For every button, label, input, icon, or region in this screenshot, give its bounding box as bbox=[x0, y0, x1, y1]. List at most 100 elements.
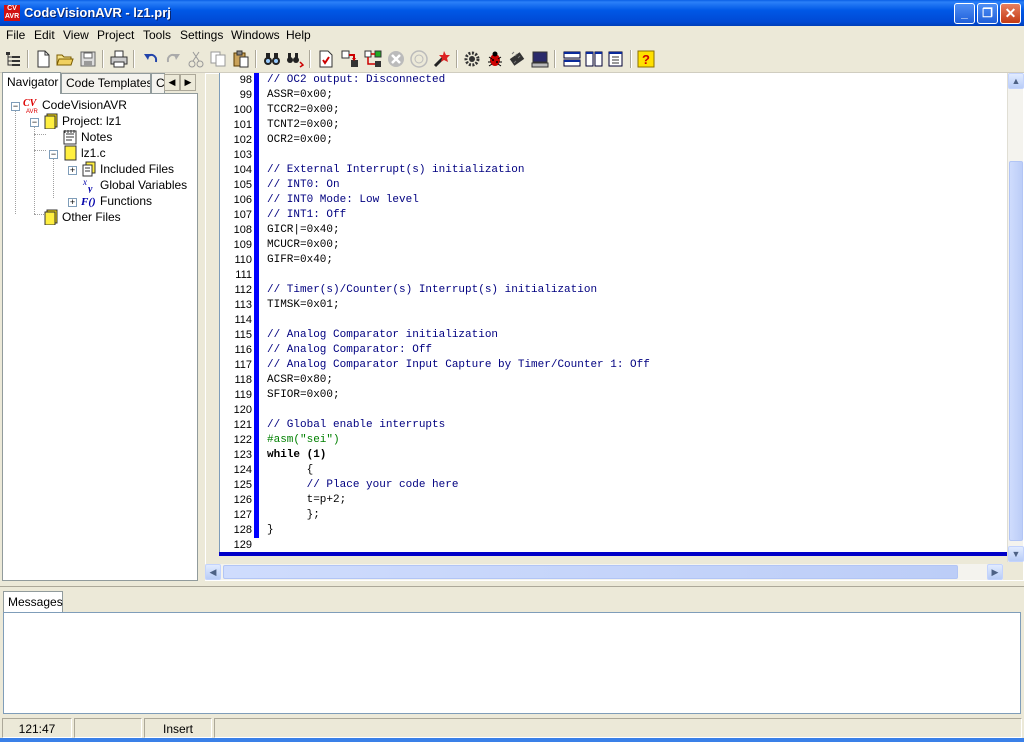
code-line[interactable]: OCR2=0x00; bbox=[267, 133, 333, 148]
project-collapse-toggle[interactable]: − bbox=[30, 118, 39, 127]
print-icon[interactable] bbox=[109, 49, 129, 69]
tile-horizontal-icon[interactable] bbox=[562, 49, 582, 69]
menu-edit[interactable]: Edit bbox=[34, 28, 55, 42]
file-collapse-toggle[interactable]: − bbox=[49, 150, 58, 159]
undo-icon[interactable] bbox=[141, 49, 161, 69]
help-icon[interactable]: ? bbox=[636, 49, 656, 69]
terminal-icon[interactable] bbox=[530, 49, 550, 69]
included-files-expand-toggle[interactable]: + bbox=[68, 166, 77, 175]
new-file-icon[interactable] bbox=[33, 49, 53, 69]
tab-code-templates[interactable]: Code Templates bbox=[61, 73, 151, 93]
tree-item-project[interactable]: Project: lz1 bbox=[43, 113, 121, 130]
menu-settings[interactable]: Settings bbox=[180, 28, 223, 42]
tree-item-other-files[interactable]: Other Files bbox=[43, 209, 121, 226]
code-line[interactable]: TCCR2=0x00; bbox=[267, 103, 340, 118]
chip-programmer-icon[interactable] bbox=[507, 49, 527, 69]
code-line[interactable]: ACSR=0x80; bbox=[267, 373, 333, 388]
code-line[interactable]: // External Interrupt(s) initialization bbox=[267, 163, 524, 178]
maximize-button[interactable]: ❐ bbox=[977, 3, 998, 24]
stop-icon[interactable] bbox=[386, 49, 406, 69]
code-line[interactable]: // Analog Comparator Input Capture by Ti… bbox=[267, 358, 650, 373]
cut-icon[interactable] bbox=[186, 49, 206, 69]
redo-icon[interactable] bbox=[163, 49, 183, 69]
code-line[interactable]: // OC2 output: Disconnected bbox=[267, 73, 445, 88]
replace-icon[interactable] bbox=[285, 49, 305, 69]
code-line[interactable]: GIFR=0x40; bbox=[267, 253, 333, 268]
code-line[interactable]: ASSR=0x00; bbox=[267, 88, 333, 103]
tab-messages[interactable]: Messages bbox=[3, 591, 63, 613]
code-line[interactable]: GICR|=0x40; bbox=[267, 223, 340, 238]
make-icon[interactable] bbox=[363, 49, 383, 69]
code-line[interactable]: }; bbox=[267, 508, 320, 523]
tree-view-icon[interactable] bbox=[3, 49, 23, 69]
tab-scroll-right-button[interactable]: ▶ bbox=[180, 74, 196, 91]
scroll-right-button[interactable]: ▶ bbox=[987, 564, 1003, 580]
menu-windows[interactable]: Windows bbox=[231, 28, 280, 42]
tree-item-root[interactable]: CV AVR CodeVisionAVR bbox=[23, 97, 127, 115]
code-line[interactable]: // INT0: On bbox=[267, 178, 340, 193]
code-line[interactable]: // Global enable interrupts bbox=[267, 418, 445, 433]
root-collapse-toggle[interactable]: − bbox=[11, 102, 20, 111]
tab-scroll-left-button[interactable]: ◀ bbox=[164, 74, 180, 91]
menu-help[interactable]: Help bbox=[286, 28, 311, 42]
toolbar: ? bbox=[0, 45, 1024, 73]
save-icon[interactable] bbox=[78, 49, 98, 69]
cascade-icon[interactable] bbox=[606, 49, 626, 69]
code-line[interactable]: t=p+2; bbox=[267, 493, 347, 508]
minimize-button[interactable]: _ bbox=[954, 3, 975, 24]
code-line[interactable]: #asm("sei") bbox=[267, 433, 340, 448]
code-line[interactable]: // INT1: Off bbox=[267, 208, 346, 223]
menu-file[interactable]: File bbox=[6, 28, 25, 42]
code-line[interactable]: { bbox=[267, 463, 314, 478]
scroll-left-button[interactable]: ◀ bbox=[205, 564, 221, 580]
menu-tools[interactable]: Tools bbox=[143, 28, 171, 42]
code-line[interactable]: // Place your code here bbox=[267, 478, 459, 493]
paste-icon[interactable] bbox=[231, 49, 251, 69]
compile-icon[interactable] bbox=[340, 49, 360, 69]
code-line[interactable]: while (1) bbox=[267, 448, 326, 463]
code-line[interactable]: // Analog Comparator initialization bbox=[267, 328, 498, 343]
code-line[interactable]: } bbox=[267, 523, 274, 538]
messages-panel[interactable] bbox=[3, 612, 1021, 714]
code-line[interactable]: // Timer(s)/Counter(s) Interrupt(s) init… bbox=[267, 283, 597, 298]
svg-text:AVR: AVR bbox=[26, 109, 39, 113]
functions-expand-toggle[interactable]: + bbox=[68, 198, 77, 207]
svg-text:y: y bbox=[87, 184, 93, 193]
copy-icon[interactable] bbox=[208, 49, 228, 69]
close-button[interactable]: ✕ bbox=[1000, 3, 1021, 24]
program-chip-icon[interactable] bbox=[409, 49, 429, 69]
code-line[interactable]: TIMSK=0x01; bbox=[267, 298, 340, 313]
tile-vertical-icon[interactable] bbox=[584, 49, 604, 69]
tree-item-global-variables[interactable]: xy Global Variables bbox=[81, 177, 187, 195]
tree-label-file: lz1.c bbox=[81, 146, 106, 160]
vertical-scrollbar[interactable]: ▲ ▼ bbox=[1007, 73, 1024, 562]
wizard-icon[interactable] bbox=[432, 49, 452, 69]
find-icon[interactable] bbox=[262, 49, 282, 69]
debugger-bug-icon[interactable] bbox=[485, 49, 505, 69]
settings-gear-icon[interactable] bbox=[462, 49, 482, 69]
menu-view[interactable]: View bbox=[63, 28, 89, 42]
code-line[interactable]: SFIOR=0x00; bbox=[267, 388, 340, 403]
horizontal-scroll-thumb[interactable] bbox=[223, 565, 958, 579]
check-syntax-icon[interactable] bbox=[316, 49, 336, 69]
tab-clipboard[interactable]: C bbox=[151, 73, 165, 93]
open-folder-icon[interactable] bbox=[55, 49, 75, 69]
tree-label-functions: Functions bbox=[100, 194, 153, 208]
line-number: 104 bbox=[233, 164, 252, 176]
vertical-scroll-thumb[interactable] bbox=[1009, 161, 1023, 541]
tree-item-file[interactable]: lz1.c bbox=[62, 145, 106, 161]
tab-navigator[interactable]: Navigator bbox=[2, 72, 61, 94]
tree-item-notes[interactable]: Notes bbox=[62, 129, 112, 145]
editor-margin-bar bbox=[254, 73, 259, 538]
taskbar-strip bbox=[0, 738, 1024, 742]
horizontal-scrollbar[interactable]: ◀ ▶ bbox=[205, 564, 1003, 580]
scroll-up-button[interactable]: ▲ bbox=[1008, 73, 1024, 89]
tree-item-functions[interactable]: F() Functions bbox=[80, 193, 153, 209]
menu-project[interactable]: Project bbox=[97, 28, 134, 42]
code-line[interactable]: TCNT2=0x00; bbox=[267, 118, 340, 133]
code-line[interactable]: // INT0 Mode: Low level bbox=[267, 193, 419, 208]
code-line[interactable]: MCUCR=0x00; bbox=[267, 238, 340, 253]
scroll-down-button[interactable]: ▼ bbox=[1008, 546, 1024, 562]
code-line[interactable]: // Analog Comparator: Off bbox=[267, 343, 432, 358]
tree-item-included-files[interactable]: Included Files bbox=[81, 161, 174, 177]
